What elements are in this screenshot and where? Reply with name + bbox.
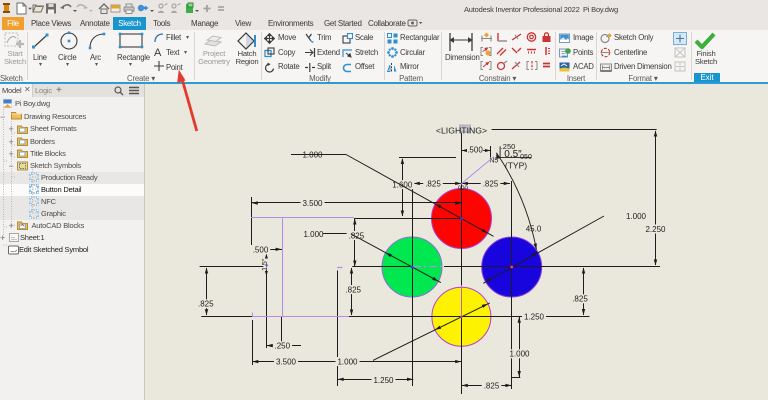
svg-text:.825: .825 (198, 300, 214, 309)
svg-text:.825: .825 (483, 180, 499, 189)
svg-text:.825: .825 (349, 231, 365, 240)
svg-text:1.000: 1.000 (509, 350, 530, 359)
svg-text:1.250: 1.250 (373, 376, 394, 385)
svg-text:2.250: 2.250 (645, 225, 666, 234)
svg-text:1.250: 1.250 (524, 312, 545, 321)
svg-text:1.000: 1.000 (302, 151, 323, 160)
svg-text:000: 000 (458, 186, 469, 192)
svg-text:.825: .825 (572, 295, 588, 304)
svg-text:1.000: 1.000 (303, 230, 324, 239)
svg-text:.250: .250 (275, 342, 291, 351)
svg-text:<LIGHTING>: <LIGHTING> (436, 125, 487, 135)
svg-text:45.0: 45.0 (526, 225, 542, 234)
svg-text:.825: .825 (484, 382, 500, 391)
svg-text:1.000: 1.000 (337, 357, 358, 366)
svg-text:(TYP): (TYP) (505, 161, 527, 171)
svg-text:3.500: 3.500 (276, 357, 297, 366)
svg-text:.825: .825 (345, 286, 361, 295)
svg-text:.500: .500 (253, 245, 269, 254)
svg-text:.825: .825 (425, 180, 441, 189)
svg-text:3.500: 3.500 (302, 199, 323, 208)
svg-text:.500: .500 (467, 146, 483, 155)
svg-text:1.000: 1.000 (626, 212, 647, 221)
svg-text:1.5″: 1.5″ (262, 258, 269, 271)
